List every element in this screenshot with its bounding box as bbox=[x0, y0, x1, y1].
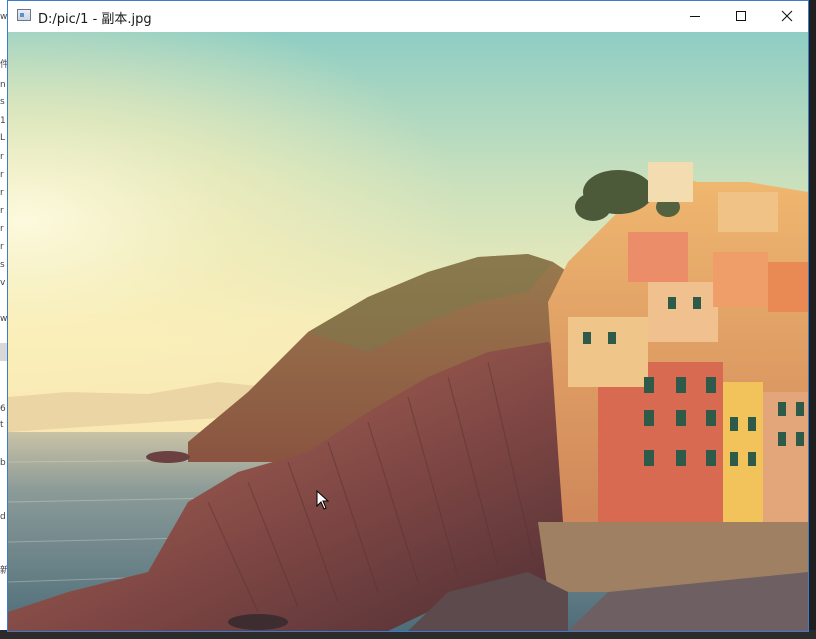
landscape-photo bbox=[8, 32, 808, 631]
window-title: D:/pic/1 - 副本.jpg bbox=[38, 12, 152, 27]
maximize-button[interactable] bbox=[718, 1, 764, 31]
app-icon[interactable] bbox=[17, 9, 31, 21]
close-icon bbox=[781, 10, 793, 22]
close-button[interactable] bbox=[764, 1, 810, 31]
background-glyph: r bbox=[0, 224, 4, 234]
background-glyph: n bbox=[0, 80, 6, 90]
background-glyph: b bbox=[0, 458, 6, 468]
mouse-cursor-icon bbox=[316, 490, 330, 510]
maximize-icon bbox=[736, 11, 746, 21]
minimize-button[interactable] bbox=[672, 1, 718, 31]
title-bar[interactable]: D:/pic/1 - 副本.jpg bbox=[8, 1, 808, 32]
background-glyph: r bbox=[0, 242, 4, 252]
background-glyph: 6 bbox=[0, 404, 6, 414]
background-glyph: 1 bbox=[0, 116, 6, 126]
background-glyph: s bbox=[0, 97, 5, 107]
image-viewer-window[interactable]: D:/pic/1 - 副本.jpg bbox=[7, 0, 809, 632]
background-glyph: d bbox=[0, 512, 6, 522]
background-glyph: v bbox=[0, 278, 6, 288]
background-glyph: r bbox=[0, 170, 4, 180]
background-glyph: r bbox=[0, 152, 4, 162]
background-glyph: L bbox=[0, 133, 6, 143]
background-glyph: r bbox=[0, 206, 4, 216]
background-glyph: r bbox=[0, 188, 4, 198]
minimize-icon bbox=[690, 16, 700, 17]
background-glyph: t bbox=[0, 420, 4, 430]
image-canvas[interactable] bbox=[8, 32, 808, 631]
background-glyph: s bbox=[0, 260, 5, 270]
